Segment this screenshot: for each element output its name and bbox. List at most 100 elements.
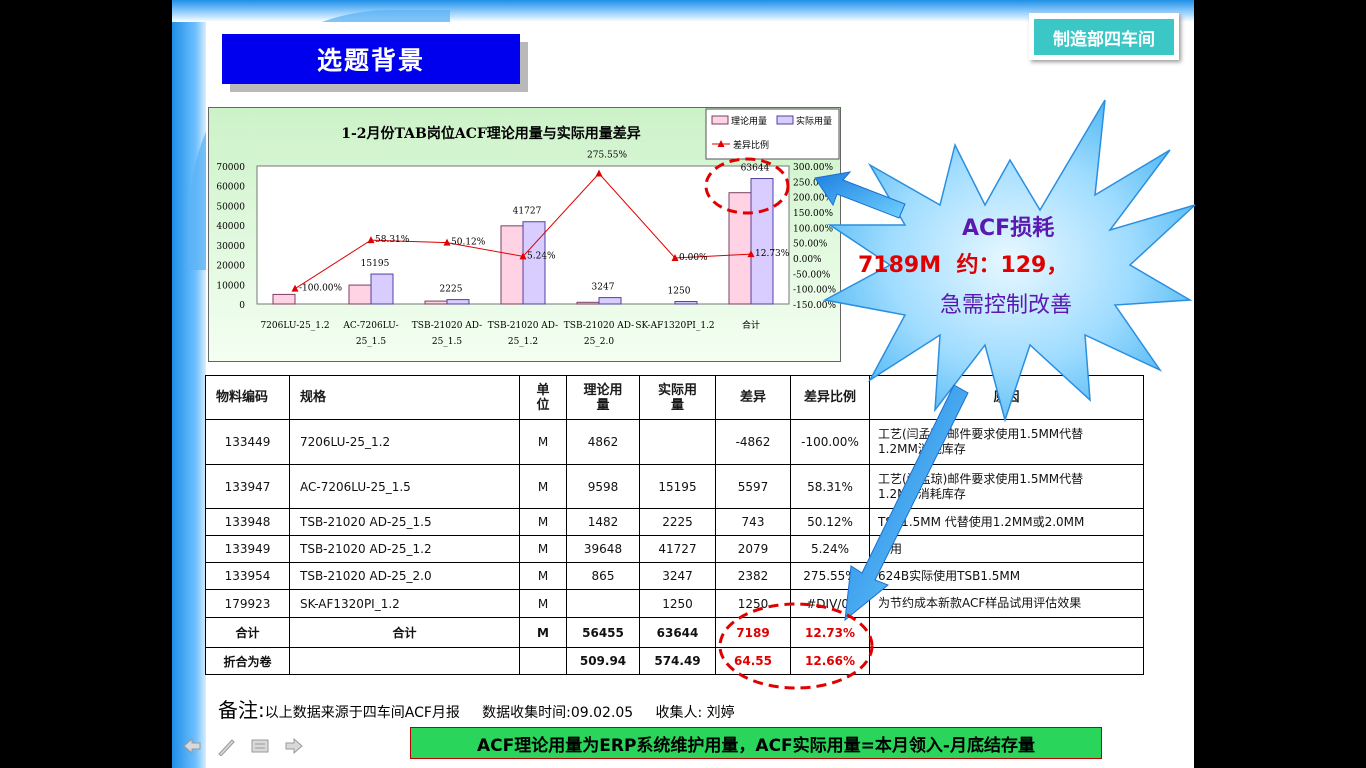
next-arrow-icon[interactable]	[284, 738, 304, 754]
usage-table: 物料编码 规格 单位 理论用量 实际用量 差异 差异比例 原因 133449 72…	[205, 375, 1144, 675]
cell-code: 133449	[205, 419, 290, 465]
x-tick-label: TSB-21020 AD-	[488, 321, 558, 331]
table-total-row: 合计 合计 M 56455 63644 7189 12.73%	[205, 617, 1144, 648]
reason-line: 1.2MM消耗库存	[878, 442, 966, 456]
bar-actual	[750, 178, 774, 305]
bar-data-label: 63644	[741, 164, 770, 174]
cell-ratio: 58.31%	[790, 464, 870, 509]
x-tick-label: 25_2.0	[584, 337, 615, 347]
reason-line: 624B实际使用TSB1.5MM	[878, 568, 1021, 583]
y2-tick-label: 250.00%	[793, 178, 833, 188]
x-tick-label: 合计	[742, 319, 760, 331]
definition-banner: ACF理论用量为ERP系统维护用量，ACF实际用量=本月领入-月底结存量	[410, 727, 1102, 759]
y2-tick-label: 300.00%	[793, 163, 833, 173]
cell-ratio: 50.12%	[790, 508, 870, 536]
legend-label-actual: 实际用量	[796, 115, 832, 127]
cell-actual	[639, 419, 716, 465]
cell-diff: 5597	[715, 464, 791, 509]
table-row: 179923 SK-AF1320PI_1.2 M 1250 1250 #DIV/0! 为节约…	[205, 589, 1144, 618]
x-tick-label: AC-7206LU-	[342, 321, 398, 331]
header-theory: 理论用量	[566, 375, 640, 420]
rolls-diff: 64.55	[715, 647, 791, 675]
cell-spec: AC-7206LU-25_1.5	[289, 464, 520, 509]
cell-unit: M	[519, 508, 567, 536]
legend-swatch-actual	[776, 115, 794, 125]
bar-data-label: 2225	[440, 285, 463, 295]
cell-theory: 4862	[566, 419, 640, 465]
ratio-data-label: 0.00%	[679, 253, 708, 263]
x-tick-label: TSB-21020 AD-	[412, 321, 482, 331]
cell-reason: 多用	[869, 535, 1144, 563]
prev-arrow-icon[interactable]	[182, 738, 202, 754]
x-tick-label: SK-AF1320PI_1.2	[635, 321, 714, 331]
y-tick-label: 0	[239, 301, 245, 311]
cell-code: 133947	[205, 464, 290, 509]
rolls-reason	[869, 647, 1144, 675]
cell-spec: TSB-21020 AD-25_1.5	[289, 508, 520, 536]
cell-code: 133949	[205, 535, 290, 563]
y2-tick-label: -100.00%	[793, 286, 837, 296]
combo-chart: 1-2月份TAB岗位ACF理论用量与实际用量差异 70000 60000 50000 4…	[216, 108, 840, 347]
legend-label-theory: 理论用量	[731, 115, 767, 127]
cell-unit: M	[519, 562, 567, 590]
ratio-data-label: 12.73%	[755, 249, 790, 259]
table-row: 133449 7206LU-25_1.2 M 4862 -4862 -100.00% 工艺(…	[205, 419, 1144, 465]
legend-label-ratio: 差异比例	[733, 139, 769, 151]
y-tick-label: 10000	[216, 281, 245, 291]
bar-data-label: 15195	[361, 259, 390, 269]
cell-code: 179923	[205, 589, 290, 618]
callout-line2: 7189M 约：129，	[858, 253, 1069, 278]
rolls-ratio: 12.66%	[790, 647, 870, 675]
cell-reason: 为节约成本新款ACF样品试用评估效果	[869, 589, 1144, 618]
total-actual: 63644	[639, 617, 716, 648]
header-ratio: 差异比例	[790, 375, 870, 420]
cell-code: 133954	[205, 562, 290, 590]
bar-actual	[446, 299, 470, 305]
table-row: 133947 AC-7206LU-25_1.5 M 9598 15195 5597 58.3…	[205, 464, 1144, 509]
total-diff: 7189	[715, 617, 791, 648]
bar-theory	[500, 225, 524, 305]
total-unit: M	[519, 617, 567, 648]
table-row: 133949 TSB-21020 AD-25_1.2 M 39648 41727 2079…	[205, 535, 1144, 563]
department-label: 制造部四车间	[1034, 19, 1174, 55]
y2-tick-label: 200.00%	[793, 194, 833, 204]
slide: 选题背景 制造部四车间 1-2月份TAB岗位ACF理论用量与实际用量差异 7000…	[172, 0, 1194, 768]
cell-reason: 工艺(闫孟琼)邮件要求使用1.5MM代替 1.2MM消耗库存	[869, 419, 1144, 465]
cell-theory: 865	[566, 562, 640, 590]
cell-diff: 743	[715, 508, 791, 536]
footnote-prefix: 备注:	[218, 698, 265, 722]
callout-line1: ACF损耗	[962, 216, 1055, 241]
table-row: 133948 TSB-21020 AD-25_1.5 M 1482 2225 743 50.…	[205, 508, 1144, 536]
y2-tick-label: 50.00%	[793, 240, 828, 250]
cell-ratio: #DIV/0!	[790, 589, 870, 618]
bar-actual	[598, 297, 622, 305]
bar-actual	[522, 221, 546, 305]
x-tick-label: 25_1.5	[432, 337, 463, 347]
reason-line: 工艺(闫孟琼)邮件要求使用1.5MM代替	[878, 427, 1084, 441]
reason-line: 为节约成本新款ACF样品试用评估效果	[878, 596, 1082, 610]
header-code: 物料编码	[205, 375, 290, 420]
footnote: 备注:以上数据来源于四车间ACF月报 数据收集时间:09.02.05 收集人: …	[218, 694, 735, 723]
ratio-data-label: 5.24%	[527, 251, 556, 261]
cell-spec: 7206LU-25_1.2	[289, 419, 520, 465]
chart-title: 1-2月份TAB岗位ACF理论用量与实际用量差异	[341, 125, 641, 142]
header-unit: 单位	[519, 375, 567, 420]
menu-icon[interactable]	[250, 738, 270, 754]
bar-data-label: 41727	[513, 207, 542, 217]
pen-icon[interactable]	[216, 738, 236, 756]
cell-ratio: 5.24%	[790, 535, 870, 563]
table-row: 133954 TSB-21020 AD-25_2.0 M 865 3247 2382 275…	[205, 562, 1144, 590]
cell-actual: 2225	[639, 508, 716, 536]
rolls-theory: 509.94	[566, 647, 640, 675]
cell-theory: 1482	[566, 508, 640, 536]
bar-actual	[674, 301, 698, 305]
cell-unit: M	[519, 464, 567, 509]
total-code: 合计	[205, 617, 290, 648]
cell-actual: 3247	[639, 562, 716, 590]
cell-ratio: 275.55%	[790, 562, 870, 590]
y-tick-label: 60000	[216, 183, 245, 193]
ratio-data-label: 58.31%	[375, 235, 410, 245]
cell-code: 133948	[205, 508, 290, 536]
footnote-text: 以上数据来源于四车间ACF月报 数据收集时间:09.02.05 收集人: 刘婷	[264, 705, 735, 721]
y-tick-label: 40000	[216, 222, 245, 232]
